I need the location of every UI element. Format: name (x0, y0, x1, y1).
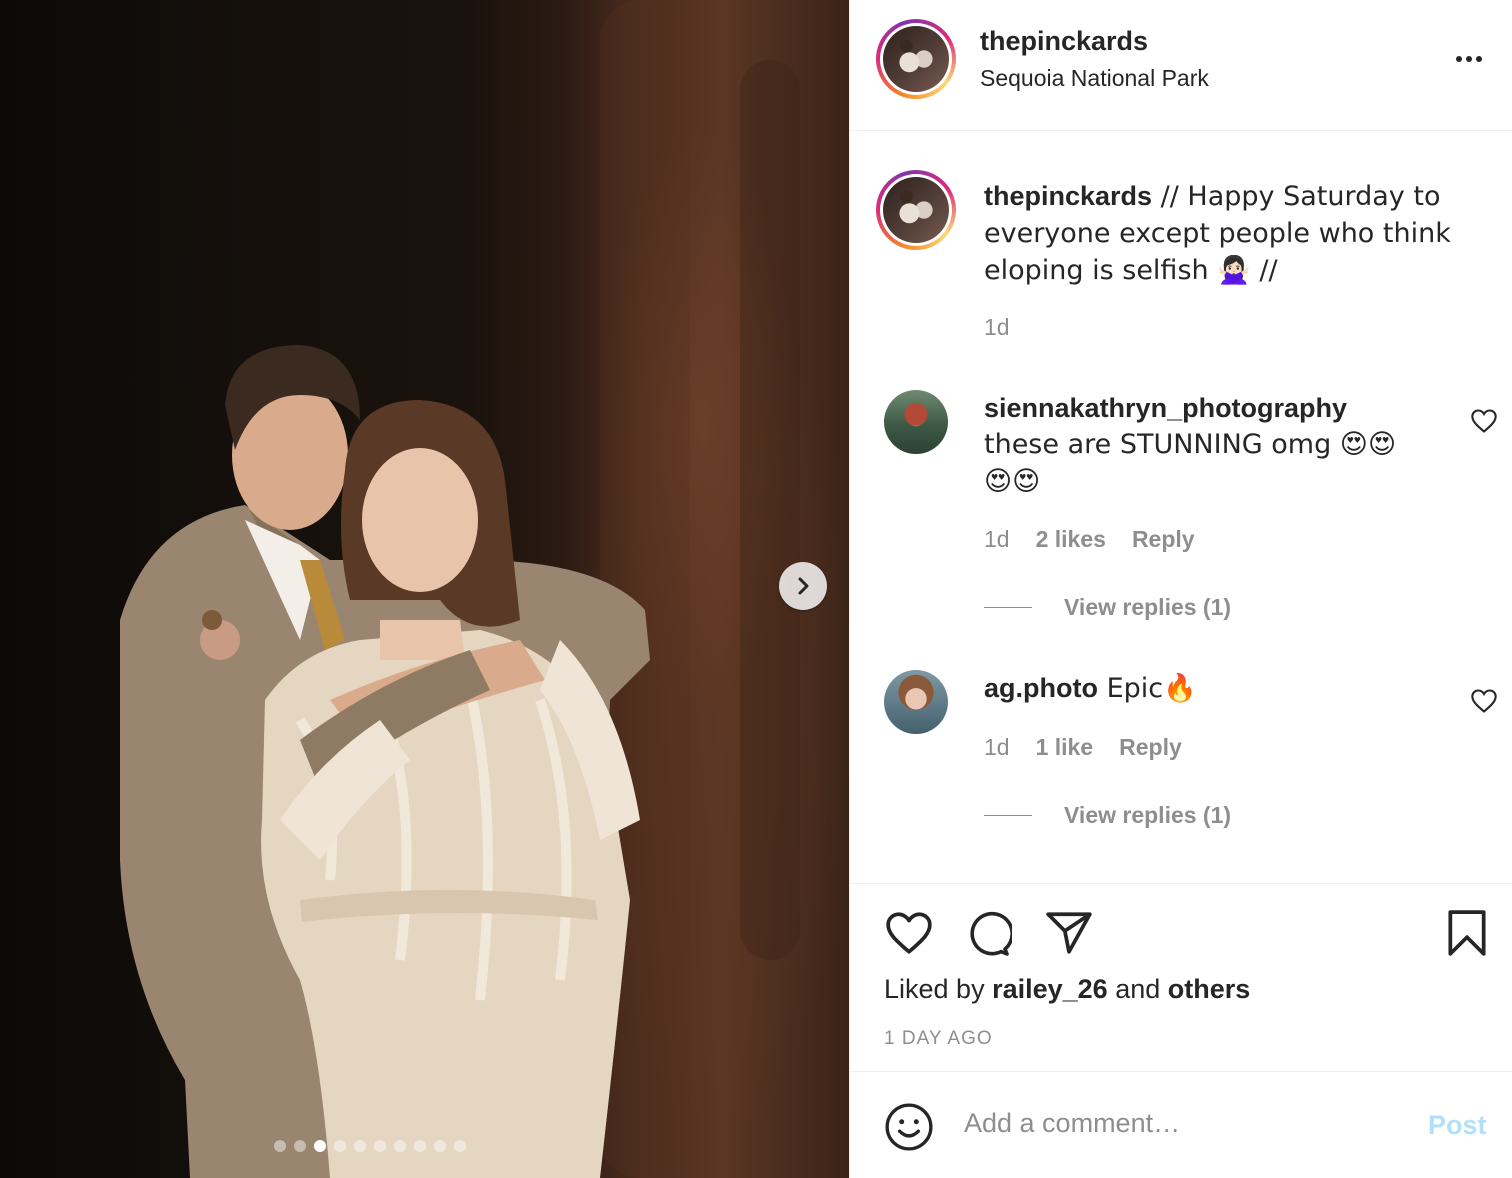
view-replies-label: View replies (1) (1064, 802, 1232, 828)
comment-time: 1d (984, 734, 1010, 760)
post-photo[interactable] (0, 0, 849, 1178)
actions-divider (850, 883, 1512, 884)
comment-username[interactable]: ag.photo (984, 673, 1098, 703)
caption-username[interactable]: thepinckards (984, 181, 1152, 211)
comment-meta: 1d 2 likes Reply (984, 526, 1195, 553)
likes-others[interactable]: others (1168, 974, 1251, 1004)
comment-like-heart-icon[interactable] (1470, 688, 1498, 714)
add-comment-input[interactable] (964, 1108, 1404, 1139)
author-avatar[interactable] (876, 19, 956, 99)
carousel-dot (394, 1140, 406, 1152)
author-username[interactable]: thepinckards (980, 26, 1148, 57)
header-divider (850, 130, 1512, 131)
chevron-right-icon (798, 577, 809, 595)
carousel-dot (334, 1140, 346, 1152)
more-options-button[interactable] (1456, 56, 1482, 62)
comment-likes[interactable]: 2 likes (1036, 526, 1106, 553)
reply-button[interactable]: Reply (1132, 526, 1195, 553)
comment-divider (850, 1071, 1512, 1072)
caption-avatar[interactable] (876, 170, 956, 250)
view-replies-button[interactable]: View replies (1) (984, 594, 1231, 621)
heart-icon[interactable] (884, 910, 934, 956)
post-side-panel: thepinckards Sequoia National Park thepi… (849, 0, 1512, 1178)
view-replies-button[interactable]: View replies (1) (984, 802, 1231, 829)
caption-time: 1d (984, 314, 1010, 340)
share-icon[interactable] (1044, 910, 1094, 956)
comment-meta: 1d 1 like Reply (984, 734, 1182, 761)
carousel-dot (414, 1140, 426, 1152)
commenter-avatar[interactable] (884, 390, 948, 454)
comment-likes[interactable]: 1 like (1036, 734, 1094, 761)
next-slide-button[interactable] (779, 562, 827, 610)
post-caption: thepinckards // Happy Saturday to everyo… (984, 178, 1464, 289)
carousel-dot (294, 1140, 306, 1152)
likes-summary[interactable]: Liked by railey_26 and others (884, 974, 1250, 1005)
carousel-indicators (274, 1140, 466, 1152)
likes-middle: and (1107, 974, 1168, 1004)
carousel-dot (454, 1140, 466, 1152)
carousel-dot (434, 1140, 446, 1152)
smiley-icon[interactable] (884, 1102, 934, 1152)
comment-1: siennakathryn_photography these are STUN… (984, 390, 1424, 500)
post-location[interactable]: Sequoia National Park (980, 65, 1209, 92)
reply-button[interactable]: Reply (1119, 734, 1182, 761)
commenter-avatar[interactable] (884, 670, 948, 734)
more-icon (1456, 56, 1482, 62)
bookmark-icon[interactable] (1446, 908, 1488, 958)
comment-username[interactable]: siennakathryn_photography (984, 393, 1347, 423)
post-timestamp[interactable]: 1 DAY AGO (884, 1028, 993, 1050)
comment-icon[interactable] (964, 910, 1012, 958)
comment-text: these are STUNNING omg 😍😍😍😍 (984, 429, 1397, 497)
likes-prefix: Liked by (884, 974, 993, 1004)
carousel-dot (374, 1140, 386, 1152)
carousel-dot (354, 1140, 366, 1152)
likes-user[interactable]: railey_26 (992, 974, 1108, 1004)
comment-2: ag.photo Epic🔥 (984, 670, 1424, 707)
post-comment-button[interactable]: Post (1428, 1110, 1487, 1141)
comment-text: Epic🔥 (1097, 673, 1197, 704)
view-replies-label: View replies (1) (1064, 594, 1232, 620)
comment-like-heart-icon[interactable] (1470, 408, 1498, 434)
carousel-dot (274, 1140, 286, 1152)
carousel-dot (314, 1140, 326, 1152)
comment-time: 1d (984, 526, 1010, 552)
couple-illustration (120, 345, 650, 1178)
